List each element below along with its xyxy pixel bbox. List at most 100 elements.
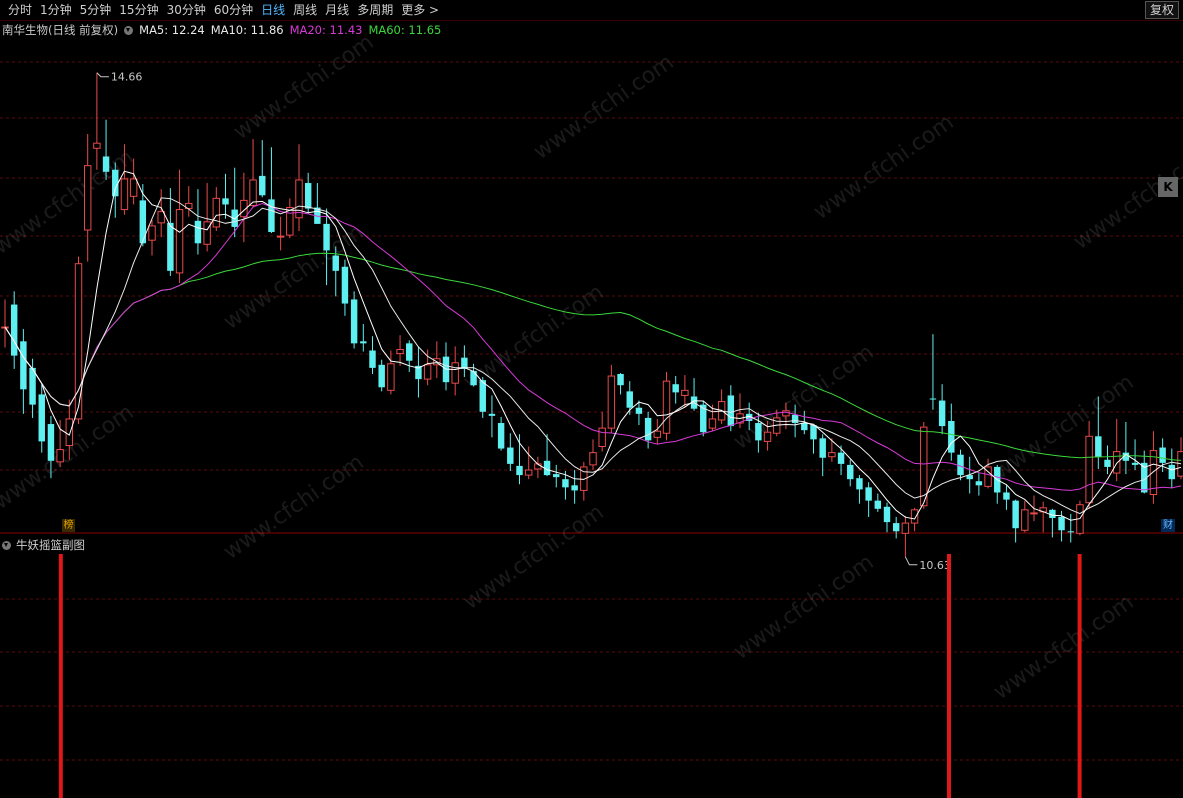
candle-body xyxy=(1095,436,1102,457)
watermark-text: www.cfchi.com xyxy=(529,50,678,165)
candle-body xyxy=(203,221,211,245)
low-price-label: 10.63 xyxy=(919,559,951,572)
candle-body xyxy=(341,266,349,304)
high-price-label: 14.66 xyxy=(111,71,143,84)
candle-body xyxy=(470,370,477,386)
candle-body xyxy=(810,425,817,440)
ma20-label: MA20: 11.43 xyxy=(289,23,363,37)
watermark-text: www.cfchi.com xyxy=(729,550,878,665)
candle-body xyxy=(1168,464,1176,480)
signal-bar xyxy=(58,554,63,798)
candle-body xyxy=(681,389,689,396)
main-panel-header: 南华生物(日线 前复权) MA5: 12.24 MA10: 11.86 MA20… xyxy=(2,22,447,38)
candle-body xyxy=(763,431,772,442)
candle-body xyxy=(516,465,523,476)
candle-body xyxy=(360,341,367,344)
kline-chart: www.cfchi.com www.cfchi.com www.cfchi.com w… xyxy=(0,30,1183,798)
low-marker xyxy=(904,556,918,566)
candle-body xyxy=(350,299,358,344)
candle-body xyxy=(571,485,578,491)
candle-body xyxy=(672,384,679,393)
candle-body xyxy=(1067,531,1074,533)
watermark-text: www.cfchi.com xyxy=(459,500,608,615)
candle-body xyxy=(497,423,505,449)
candle-body xyxy=(83,165,92,231)
candle-body xyxy=(175,209,184,274)
candle-body xyxy=(847,464,854,480)
stock-title: 南华生物(日线 前复权) xyxy=(2,23,119,37)
candle-body xyxy=(396,348,404,355)
candle-body xyxy=(801,423,808,431)
candle-body xyxy=(1104,459,1111,467)
signal-bar xyxy=(1077,554,1082,798)
candle-body xyxy=(332,255,339,271)
candle-body xyxy=(387,363,395,391)
candle-body xyxy=(1058,516,1065,531)
candle-body xyxy=(56,449,64,463)
candle-body xyxy=(212,197,221,228)
candle-body xyxy=(65,418,74,446)
candle-body xyxy=(948,420,955,453)
sub-panel-title: 牛妖摇篮副图 xyxy=(16,538,85,552)
candle-body xyxy=(929,398,937,400)
candle-body xyxy=(837,452,845,464)
candle-body xyxy=(865,487,872,501)
sub-dropdown-circle-icon[interactable] xyxy=(2,540,11,550)
candle-body xyxy=(589,452,597,466)
candle-body xyxy=(562,479,569,488)
candle-body xyxy=(10,304,18,356)
candle-body xyxy=(1085,435,1093,504)
candle-body xyxy=(635,407,643,414)
candle-body xyxy=(194,220,202,244)
candle-body xyxy=(488,413,496,416)
candle-body xyxy=(129,178,138,197)
candle-body xyxy=(1021,509,1029,531)
candle-body xyxy=(653,430,662,438)
kline-side-icon[interactable]: K xyxy=(1158,177,1178,197)
candle-body xyxy=(856,478,863,490)
ma5-label: MA5: 12.24 xyxy=(139,23,205,37)
candle-body xyxy=(1131,462,1139,465)
candle-body xyxy=(268,199,275,233)
ma10-label: MA10: 11.86 xyxy=(210,23,284,37)
candle-body xyxy=(524,469,533,476)
candle-body xyxy=(617,374,624,386)
watermark-text: www.cfchi.com xyxy=(219,450,368,565)
candle-body xyxy=(479,380,486,412)
candle-body xyxy=(708,418,717,429)
candle-body xyxy=(304,183,312,209)
finance-badge[interactable]: 财 xyxy=(1161,519,1175,532)
watermark-text: www.cfchi.com xyxy=(729,340,878,455)
candle-body xyxy=(47,424,55,461)
candle-body xyxy=(644,417,652,441)
candle-body xyxy=(139,200,147,244)
high-marker xyxy=(96,72,109,78)
signal-bar xyxy=(947,554,952,798)
candle-body xyxy=(406,343,413,361)
candle-body xyxy=(782,410,790,417)
candle-body xyxy=(910,509,919,524)
candle-body xyxy=(883,506,891,523)
candle-body xyxy=(157,211,165,224)
rank-badge[interactable]: 榜 xyxy=(62,519,75,532)
dropdown-circle-icon[interactable] xyxy=(124,25,134,35)
candle-body xyxy=(102,156,110,172)
candle-body xyxy=(755,423,762,441)
candle-body xyxy=(93,142,101,149)
candle-body xyxy=(938,400,946,427)
candle-body xyxy=(378,364,385,388)
candle-body xyxy=(553,474,560,478)
candle-body xyxy=(819,438,826,458)
candle-body xyxy=(874,500,882,509)
watermark-text: www.cfchi.com xyxy=(229,30,378,145)
candle-body xyxy=(607,375,616,429)
candle-body xyxy=(727,395,735,427)
candle-body xyxy=(1003,492,1010,500)
candle-body xyxy=(276,235,285,238)
watermark-text: www.cfchi.com xyxy=(0,145,139,260)
candle-body xyxy=(598,427,606,448)
candle-body xyxy=(120,178,129,211)
candle-body xyxy=(892,523,900,532)
candle-body xyxy=(1112,451,1121,474)
watermark-text: www.cfchi.com xyxy=(809,110,958,225)
